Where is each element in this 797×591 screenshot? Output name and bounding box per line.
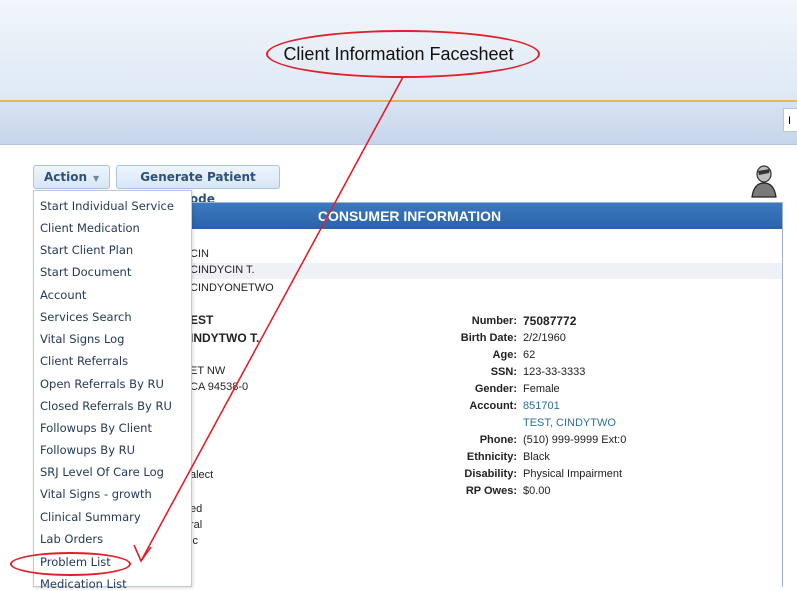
annotation-arrow <box>133 76 404 563</box>
